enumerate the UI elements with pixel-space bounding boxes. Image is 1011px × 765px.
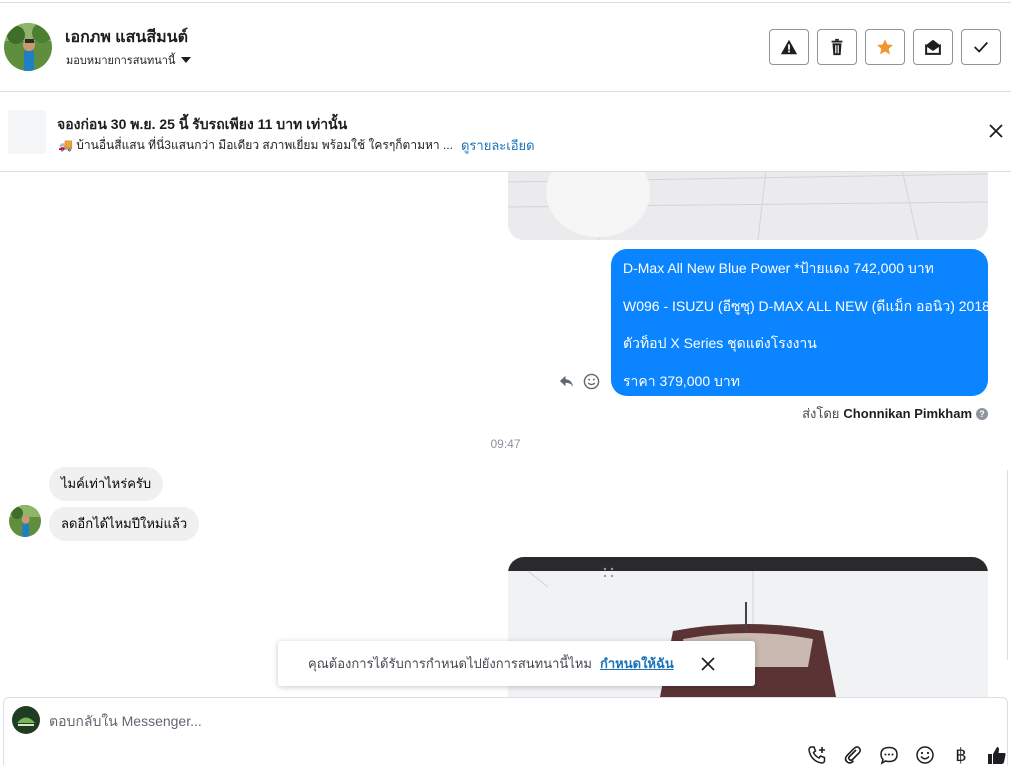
sent-by-label: ส่งโดย Chonnikan Pimkham ? (802, 403, 988, 424)
outgoing-line: ราคา 379,000 บาท (623, 372, 740, 389)
contact-avatar[interactable] (4, 23, 52, 71)
star-button[interactable] (865, 29, 905, 65)
assign-prompt-text: คุณต้องการได้รับการกำหนดไปยังการสนทนานี้… (308, 656, 592, 671)
assign-dropdown[interactable]: มอบหมายการสนทนานี้ (66, 51, 192, 69)
ad-description: 🚚 บ้านอื่นสี่แสน ที่นี่3แสนกว่า มือเดียว… (58, 138, 453, 152)
side-panel-edge (1007, 470, 1011, 660)
caret-down-icon (181, 57, 192, 63)
saved-reply-icon (880, 746, 898, 765)
emoji-react-icon[interactable] (583, 373, 600, 390)
header-actions (769, 29, 1001, 65)
outgoing-line: W096 - ISUZU (อีซูซุ) D-MAX ALL NEW (ดีแ… (623, 297, 990, 314)
composer-toolbar: ฿ (807, 745, 1007, 765)
ad-description-row: 🚚 บ้านอื่นสี่แสน ที่นี่3แสนกว่า มือเดียว… (58, 135, 535, 156)
payment-button[interactable]: ฿ (951, 745, 971, 765)
ad-details-link[interactable]: ดูรายละเอียด (461, 135, 535, 156)
help-icon[interactable]: ? (976, 407, 988, 420)
outgoing-message-bubble[interactable]: D-Max All New Blue Power *ป้ายแดง 742,00… (611, 249, 990, 396)
assign-to-me-link[interactable]: กำหนดให้ฉัน (600, 653, 674, 674)
outgoing-line: D-Max All New Blue Power *ป้ายแดง 742,00… (623, 260, 934, 276)
attachment-icon (844, 746, 862, 764)
emoji-button[interactable] (915, 745, 935, 765)
message-thread[interactable]: D-Max All New Blue Power *ป้ายแดง 742,00… (0, 172, 1011, 697)
reply-composer: ฿ (3, 697, 1008, 765)
incoming-message-bubble[interactable]: ไมค์เท่าไหร่ครับ (49, 467, 164, 501)
ad-title: จองก่อน 30 พ.ย. 25 นี้ รับรถเพียง 11 บาท… (57, 116, 348, 132)
sender-avatar (9, 505, 41, 537)
message-tools (558, 373, 600, 390)
assign-label: มอบหมายการสนทนานี้ (66, 55, 176, 67)
saved-reply-button[interactable] (879, 745, 899, 765)
sent-by-name: Chonnikan Pimkham (843, 406, 972, 421)
conversation-header: เอกภพ แสนสีมนต์ มอบหมายการสนทนานี้ (0, 3, 1011, 92)
mark-done-button[interactable] (961, 29, 1001, 65)
sent-by-prefix: ส่งโดย (802, 406, 840, 421)
thumbs-up-icon (988, 747, 1006, 764)
check-icon (974, 41, 988, 53)
close-icon[interactable] (987, 122, 1005, 140)
image-attachment[interactable] (508, 172, 988, 240)
like-button[interactable] (987, 745, 1007, 765)
attach-button[interactable] (843, 745, 863, 765)
reply-icon[interactable] (558, 373, 575, 390)
mark-unread-button[interactable] (913, 29, 953, 65)
contact-name[interactable]: เอกภพ แสนสีมนต์ (65, 25, 188, 50)
report-spam-button[interactable] (769, 29, 809, 65)
envelope-open-icon (925, 39, 941, 55)
message-timestamp: 09:47 (490, 437, 521, 451)
alert-icon (780, 39, 798, 55)
incoming-message-bubble[interactable]: ลดอีกได้ไหมปีใหม่แล้ว (49, 507, 200, 541)
assign-prompt-toast: คุณต้องการได้รับการกำหนดไปยังการสนทนานี้… (278, 641, 755, 686)
trash-icon (831, 38, 843, 56)
phone-add-button[interactable] (807, 745, 827, 765)
page-avatar (12, 706, 40, 734)
emoji-icon (916, 746, 934, 764)
ad-context-banner: จองก่อน 30 พ.ย. 25 นี้ รับรถเพียง 11 บาท… (0, 92, 1011, 172)
outgoing-line: ตัวท็อป X Series ชุดแต่งโรงงาน (623, 335, 817, 351)
phone-add-icon (808, 746, 826, 764)
delete-button[interactable] (817, 29, 857, 65)
reply-input[interactable] (49, 710, 789, 732)
close-icon[interactable] (700, 656, 716, 672)
star-icon (877, 39, 893, 55)
ad-thumbnail (8, 110, 46, 154)
